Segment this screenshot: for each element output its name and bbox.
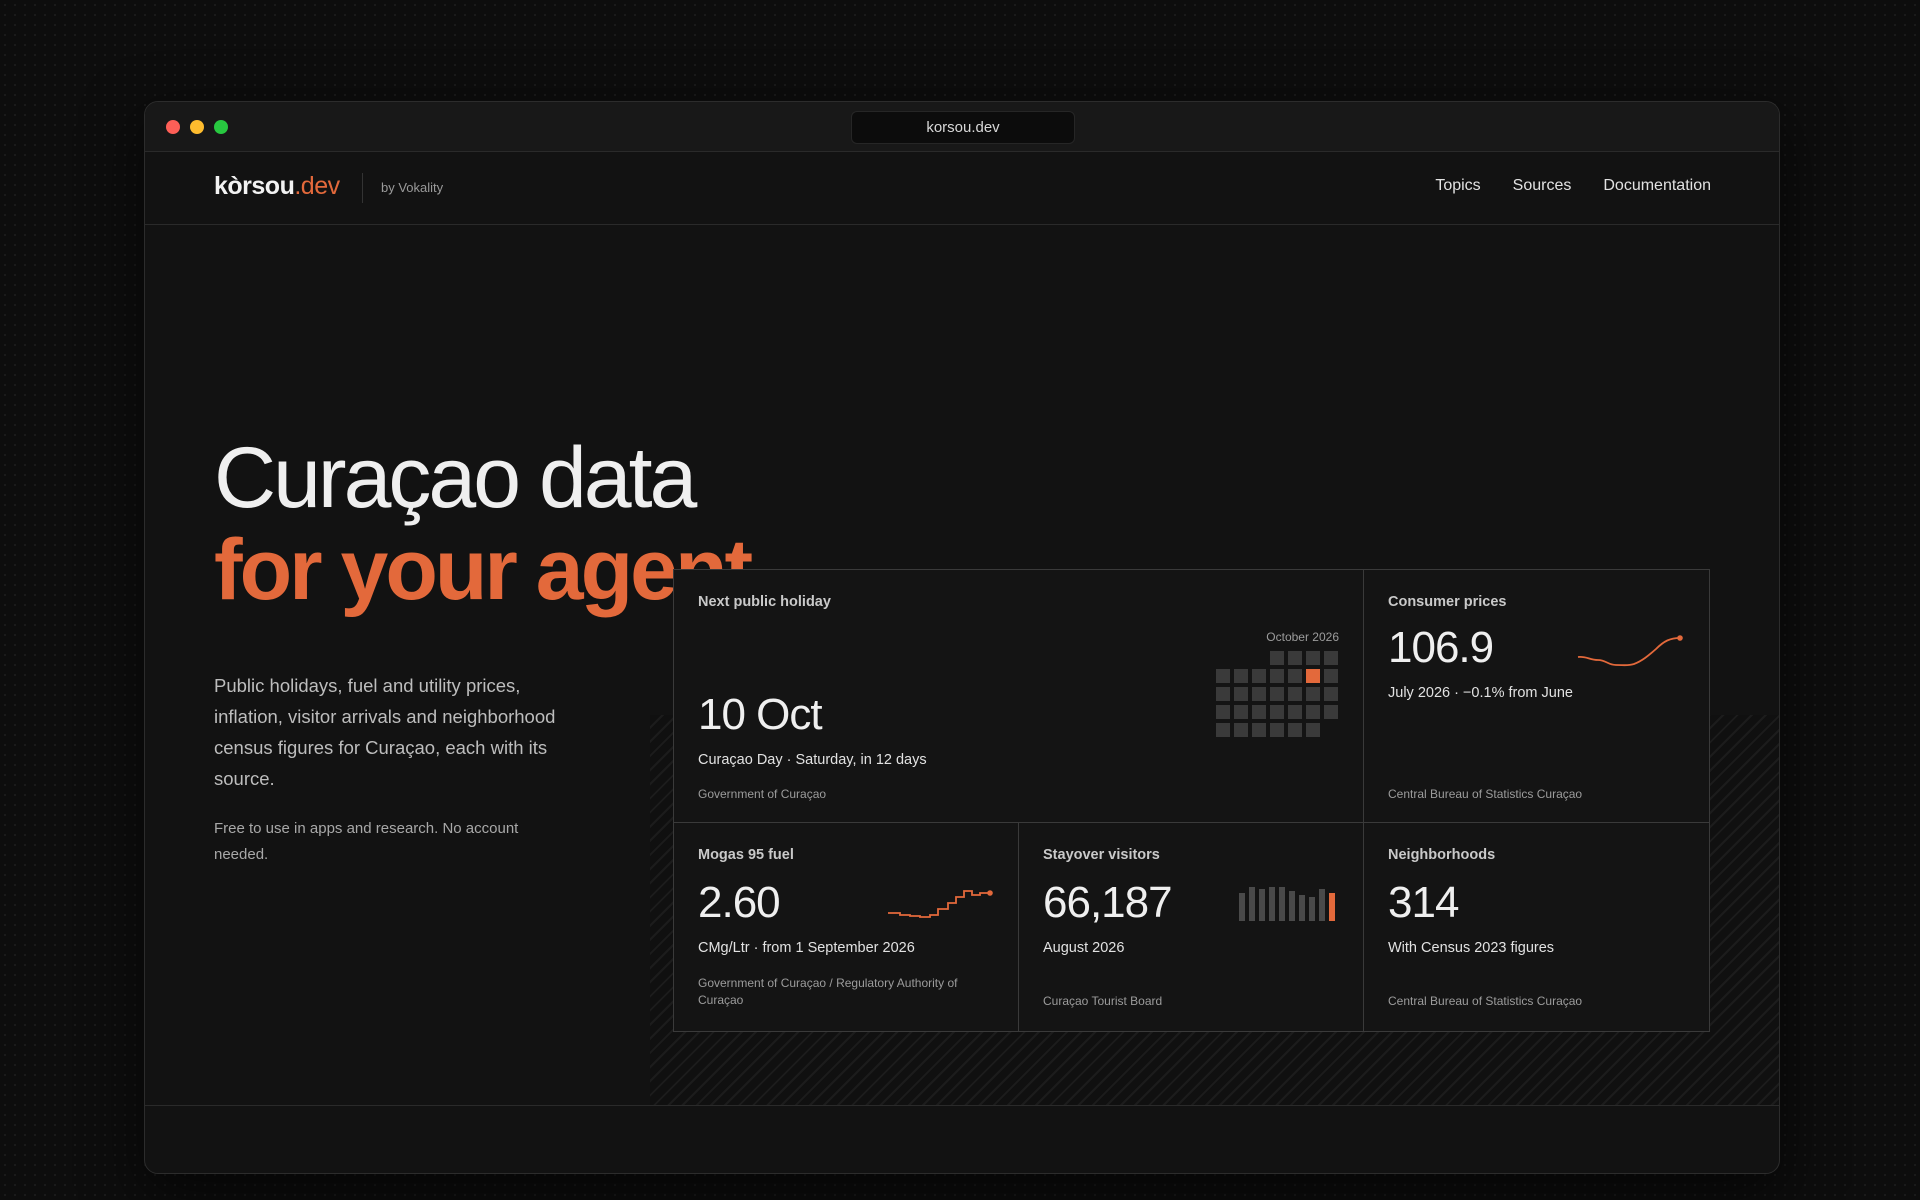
fuel-value: 2.60	[698, 878, 781, 927]
hero-note: Free to use in apps and research. No acc…	[214, 820, 519, 863]
calendar-empty-cell	[1324, 723, 1338, 737]
nav-links: Topics Sources Documentation	[1435, 177, 1711, 195]
fuel-card[interactable]: Mogas 95 fuel 2.60 CMg/Ltr · from 1 Sept…	[674, 823, 1018, 1031]
visitors-value: 66,187	[1043, 878, 1173, 927]
holiday-source: Government of Curaçao	[698, 787, 827, 801]
visitors-bar-sparkline	[1239, 887, 1335, 921]
cpi-label: Consumer prices	[1388, 594, 1507, 610]
calendar-day-highlighted	[1306, 669, 1320, 683]
nav-link-documentation[interactable]: Documentation	[1603, 177, 1711, 195]
cpi-value: 106.9	[1388, 623, 1494, 672]
calendar-day	[1270, 669, 1284, 683]
neighborhoods-label: Neighborhoods	[1388, 847, 1496, 863]
fuel-source: Government of Curaçao / Regulatory Autho…	[698, 976, 958, 1007]
calendar-empty-cell	[1234, 651, 1248, 665]
calendar-day	[1324, 687, 1338, 701]
neighborhoods-value: 314	[1388, 878, 1459, 927]
visitors-detail: August 2026	[1043, 940, 1125, 956]
holiday-detail: Curaçao Day · Saturday, in 12 days	[698, 752, 927, 768]
calendar-day	[1288, 651, 1302, 665]
calendar-day	[1234, 687, 1248, 701]
calendar-day	[1288, 687, 1302, 701]
visitors-label: Stayover visitors	[1043, 847, 1160, 863]
header-divider	[362, 173, 363, 203]
cpi-source: Central Bureau of Statistics Curaçao	[1388, 787, 1583, 801]
calendar-day	[1234, 669, 1248, 683]
calendar-month: October 2026	[1266, 630, 1339, 644]
neighborhoods-detail: With Census 2023 figures	[1388, 940, 1555, 956]
calendar-day	[1234, 705, 1248, 719]
close-window-button[interactable]	[166, 120, 180, 134]
calendar-day	[1306, 723, 1320, 737]
neighborhoods-card[interactable]: Neighborhoods 314 With Census 2023 figur…	[1364, 823, 1709, 1031]
calendar-day	[1306, 687, 1320, 701]
holiday-date: 10 Oct	[698, 690, 823, 739]
logo-tld: .dev	[294, 172, 340, 200]
cpi-detail: July 2026 · −0.1% from June	[1388, 685, 1573, 701]
calendar-day	[1216, 705, 1230, 719]
minimize-window-button[interactable]	[190, 120, 204, 134]
maximize-window-button[interactable]	[214, 120, 228, 134]
nav-link-topics[interactable]: Topics	[1435, 177, 1480, 195]
calendar-day	[1306, 705, 1320, 719]
browser-window: korsou.dev kòrsou.dev by Vokality Topics…	[144, 101, 1780, 1174]
calendar-day	[1288, 705, 1302, 719]
calendar-empty-cell	[1216, 651, 1230, 665]
calendar-day	[1270, 705, 1284, 719]
calendar-day	[1270, 723, 1284, 737]
fuel-detail: CMg/Ltr · from 1 September 2026	[698, 940, 915, 956]
calendar-day	[1252, 669, 1266, 683]
logo-name: kòrsou	[214, 172, 295, 200]
calendar-day	[1324, 705, 1338, 719]
byline: by Vokality	[381, 180, 444, 195]
calendar-day	[1252, 705, 1266, 719]
mini-calendar	[1216, 651, 1338, 737]
calendar-day	[1216, 723, 1230, 737]
calendar-empty-cell	[1252, 651, 1266, 665]
visitors-source: Curaçao Tourist Board	[1043, 994, 1163, 1008]
calendar-day	[1288, 723, 1302, 737]
calendar-day	[1252, 687, 1266, 701]
site-header: kòrsou.dev by Vokality Topics Sources Do…	[145, 152, 1779, 225]
calendar-day	[1216, 687, 1230, 701]
nav-link-sources[interactable]: Sources	[1513, 177, 1572, 195]
visitors-card[interactable]: Stayover visitors 66,187 August 2026 Cur…	[1019, 823, 1363, 1031]
fuel-sparkline	[888, 890, 993, 918]
title-bar: korsou.dev	[145, 102, 1779, 152]
holiday-card[interactable]: Next public holiday 10 Oct Curaçao Day ·…	[674, 570, 1363, 822]
calendar-day	[1270, 687, 1284, 701]
cpi-card[interactable]: Consumer prices 106.9 July 2026 · −0.1% …	[1364, 570, 1709, 822]
calendar-day	[1234, 723, 1248, 737]
calendar-day	[1324, 669, 1338, 683]
fuel-label: Mogas 95 fuel	[698, 847, 794, 863]
data-cards-grid: Next public holiday 10 Oct Curaçao Day ·…	[673, 569, 1710, 1032]
site-logo[interactable]: kòrsou.dev	[214, 172, 340, 201]
address-bar[interactable]: korsou.dev	[851, 111, 1075, 144]
hero-description: Public holidays, fuel and utility prices…	[214, 675, 556, 789]
holiday-label: Next public holiday	[698, 594, 831, 610]
hero-title-line-1: Curaçao data	[214, 430, 697, 526]
footer-divider	[145, 1105, 1779, 1106]
calendar-day	[1324, 651, 1338, 665]
calendar-day	[1306, 651, 1320, 665]
neighborhoods-source: Central Bureau of Statistics Curaçao	[1388, 994, 1583, 1008]
cpi-sparkline	[1577, 635, 1683, 667]
calendar-day	[1270, 651, 1284, 665]
calendar-day	[1216, 669, 1230, 683]
calendar-day	[1252, 723, 1266, 737]
calendar-day	[1288, 669, 1302, 683]
